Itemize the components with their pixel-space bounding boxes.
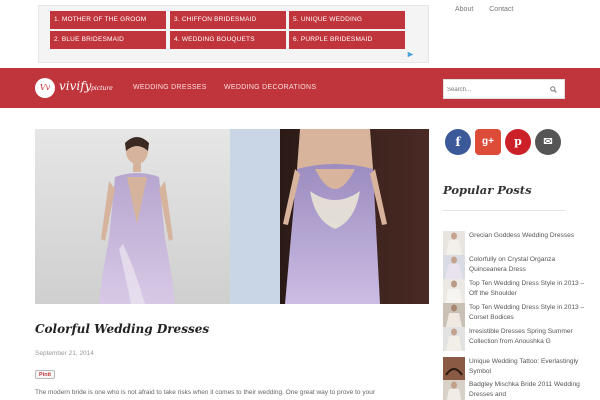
nav-wedding-dresses[interactable]: WEDDING DRESSES (133, 84, 207, 91)
popular-post-thumbnail[interactable] (443, 327, 465, 351)
popular-post-title[interactable]: Irresistible Dresses Spring Summer Colle… (469, 327, 593, 347)
popular-post-title[interactable]: Top Ten Wedding Dress Style in 2013 – Co… (469, 303, 593, 323)
email-icon[interactable]: ✉ (535, 129, 561, 155)
facebook-icon[interactable]: f (445, 129, 471, 155)
popular-post-thumbnail[interactable] (443, 231, 465, 255)
popular-post-thumbnail[interactable] (443, 255, 465, 279)
ad-link-wedding-bouquets[interactable]: 4. WEDDING BOUQUETS (170, 31, 286, 49)
post-excerpt: The modern bride is one who is not afrai… (35, 389, 375, 396)
search-input[interactable] (447, 83, 547, 96)
ad-link-chiffon-bridesmaid[interactable]: 3. CHIFFON BRIDESMAID (170, 11, 286, 29)
top-links: About Contact (455, 6, 527, 13)
popular-posts-heading: Popular Posts (443, 183, 532, 197)
popular-post-item[interactable]: Grecian Goddess Wedding Dresses (443, 231, 593, 255)
logo-mark[interactable]: Vv (35, 78, 55, 98)
ad-block: 1. MOTHER OF THE GROOM 3. CHIFFON BRIDES… (38, 5, 429, 63)
popular-post-item[interactable]: Top Ten Wedding Dress Style in 2013 – Of… (443, 279, 593, 303)
ad-link-blue-bridesmaid[interactable]: 2. BLUE BRIDESMAID (50, 31, 166, 49)
popular-post-title[interactable]: Grecian Goddess Wedding Dresses (469, 231, 593, 241)
logo-tagline: picture (91, 85, 113, 92)
popular-post-thumbnail[interactable] (443, 279, 465, 303)
popular-post-title[interactable]: Colorfully on Crystal Organza Quinceaner… (469, 255, 593, 275)
pinit-button[interactable]: Pinit (35, 370, 55, 379)
popular-post-title[interactable]: Unique Wedding Tattoo: Everlastingly Sym… (469, 357, 593, 377)
hero-image-wedding-dresses[interactable] (35, 129, 429, 304)
post-date: September 21, 2014 (35, 350, 94, 357)
popular-post-item[interactable]: Badgley Mischka Bride 2011 Wedding Dress… (443, 380, 593, 400)
popular-post-item[interactable]: Top Ten Wedding Dress Style in 2013 – Co… (443, 303, 593, 327)
popular-post-item[interactable]: Unique Wedding Tattoo: Everlastingly Sym… (443, 357, 593, 381)
popular-post-title[interactable]: Badgley Mischka Bride 2011 Wedding Dress… (469, 380, 593, 400)
contact-link[interactable]: Contact (489, 6, 513, 13)
ad-link-purple-bridesmaid[interactable]: 6. PURPLE BRIDESMAID (289, 31, 405, 49)
search-icon[interactable] (550, 86, 557, 93)
logo-name[interactable]: vivify (59, 79, 91, 93)
googleplus-icon[interactable]: g+ (475, 129, 501, 155)
post-title[interactable]: Colorful Wedding Dresses (35, 322, 209, 336)
popular-post-thumbnail[interactable] (443, 303, 465, 327)
adchoices-icon[interactable] (407, 51, 414, 58)
popular-post-item[interactable]: Colorfully on Crystal Organza Quinceaner… (443, 255, 593, 279)
ad-link-unique-wedding[interactable]: 5. UNIQUE WEDDING (289, 11, 405, 29)
search-box (443, 79, 565, 99)
popular-post-thumbnail[interactable] (443, 357, 465, 381)
about-link[interactable]: About (455, 6, 473, 13)
nav-wedding-decorations[interactable]: WEDDING DECORATIONS (224, 84, 316, 91)
popular-post-item[interactable]: Irresistible Dresses Spring Summer Colle… (443, 327, 593, 351)
popular-post-thumbnail[interactable] (443, 380, 465, 400)
ad-link-mother-groom[interactable]: 1. MOTHER OF THE GROOM (50, 11, 166, 29)
popular-post-title[interactable]: Top Ten Wedding Dress Style in 2013 – Of… (469, 279, 593, 299)
pinterest-icon[interactable]: p (505, 129, 531, 155)
popular-posts-divider (443, 210, 565, 211)
